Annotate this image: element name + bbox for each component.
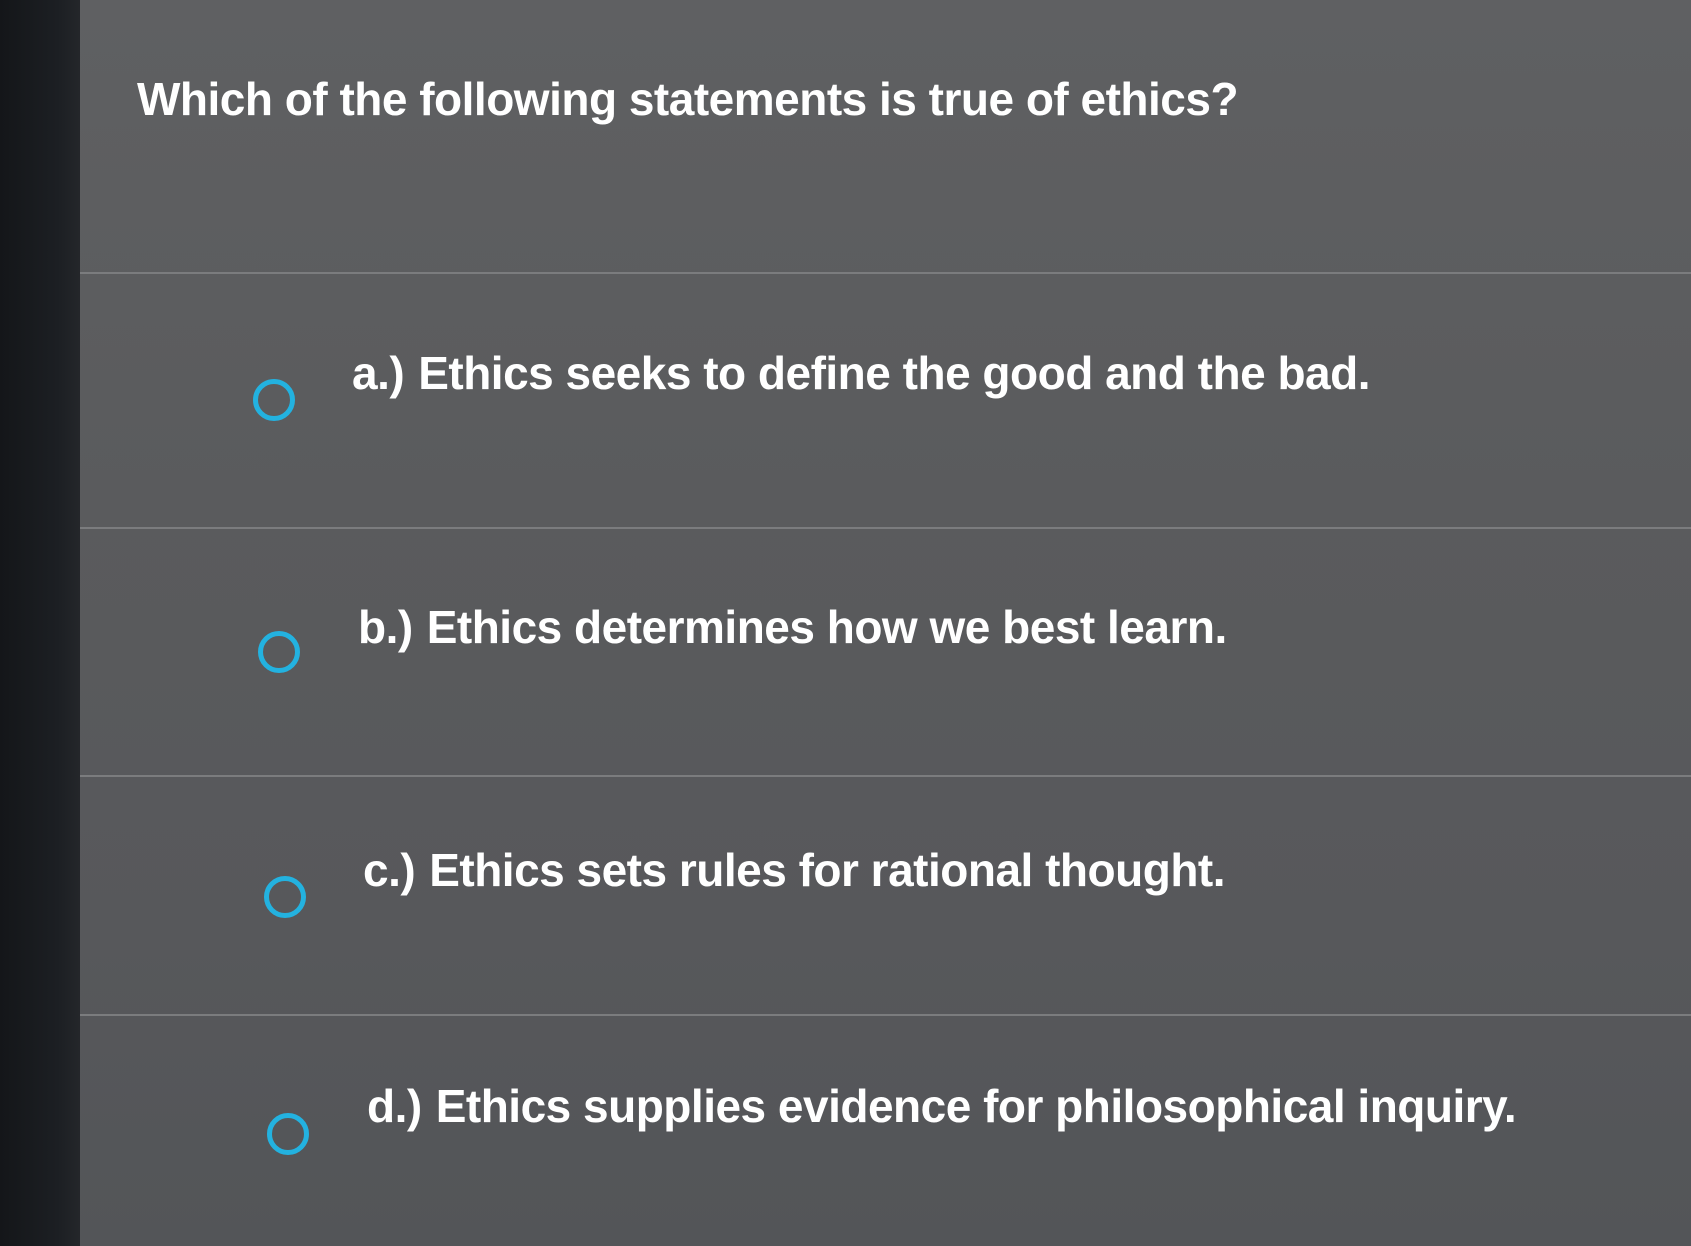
option-text: Ethics seeks to define the good and the …	[418, 347, 1371, 399]
radio-unchecked-icon[interactable]	[264, 876, 306, 918]
option-letter: a.)	[352, 347, 405, 399]
radio-unchecked-icon[interactable]	[258, 631, 300, 673]
option-c-label: c.) Ethics sets rules for rational though…	[363, 843, 1226, 897]
option-d[interactable]: d.) Ethics supplies evidence for philosop…	[80, 1016, 1691, 1246]
option-text: Ethics supplies evidence for philosophic…	[435, 1080, 1517, 1132]
question-text: Which of the following statements is tru…	[137, 73, 1239, 125]
option-a-label: a.) Ethics seeks to define the good and t…	[352, 346, 1371, 400]
option-text: Ethics determines how we best learn.	[426, 601, 1228, 653]
option-d-label: d.) Ethics supplies evidence for philosop…	[367, 1079, 1517, 1133]
option-c[interactable]: c.) Ethics sets rules for rational though…	[80, 777, 1691, 1007]
option-a[interactable]: a.) Ethics seeks to define the good and t…	[80, 274, 1691, 504]
option-b[interactable]: b.) Ethics determines how we best learn.	[80, 529, 1691, 759]
option-letter: d.)	[367, 1080, 422, 1132]
option-b-label: b.) Ethics determines how we best learn.	[358, 600, 1227, 654]
option-letter: b.)	[358, 601, 413, 653]
option-text: Ethics sets rules for rational thought.	[429, 844, 1226, 896]
radio-unchecked-icon[interactable]	[253, 379, 295, 421]
radio-unchecked-icon[interactable]	[267, 1113, 309, 1155]
option-letter: c.)	[363, 844, 416, 896]
